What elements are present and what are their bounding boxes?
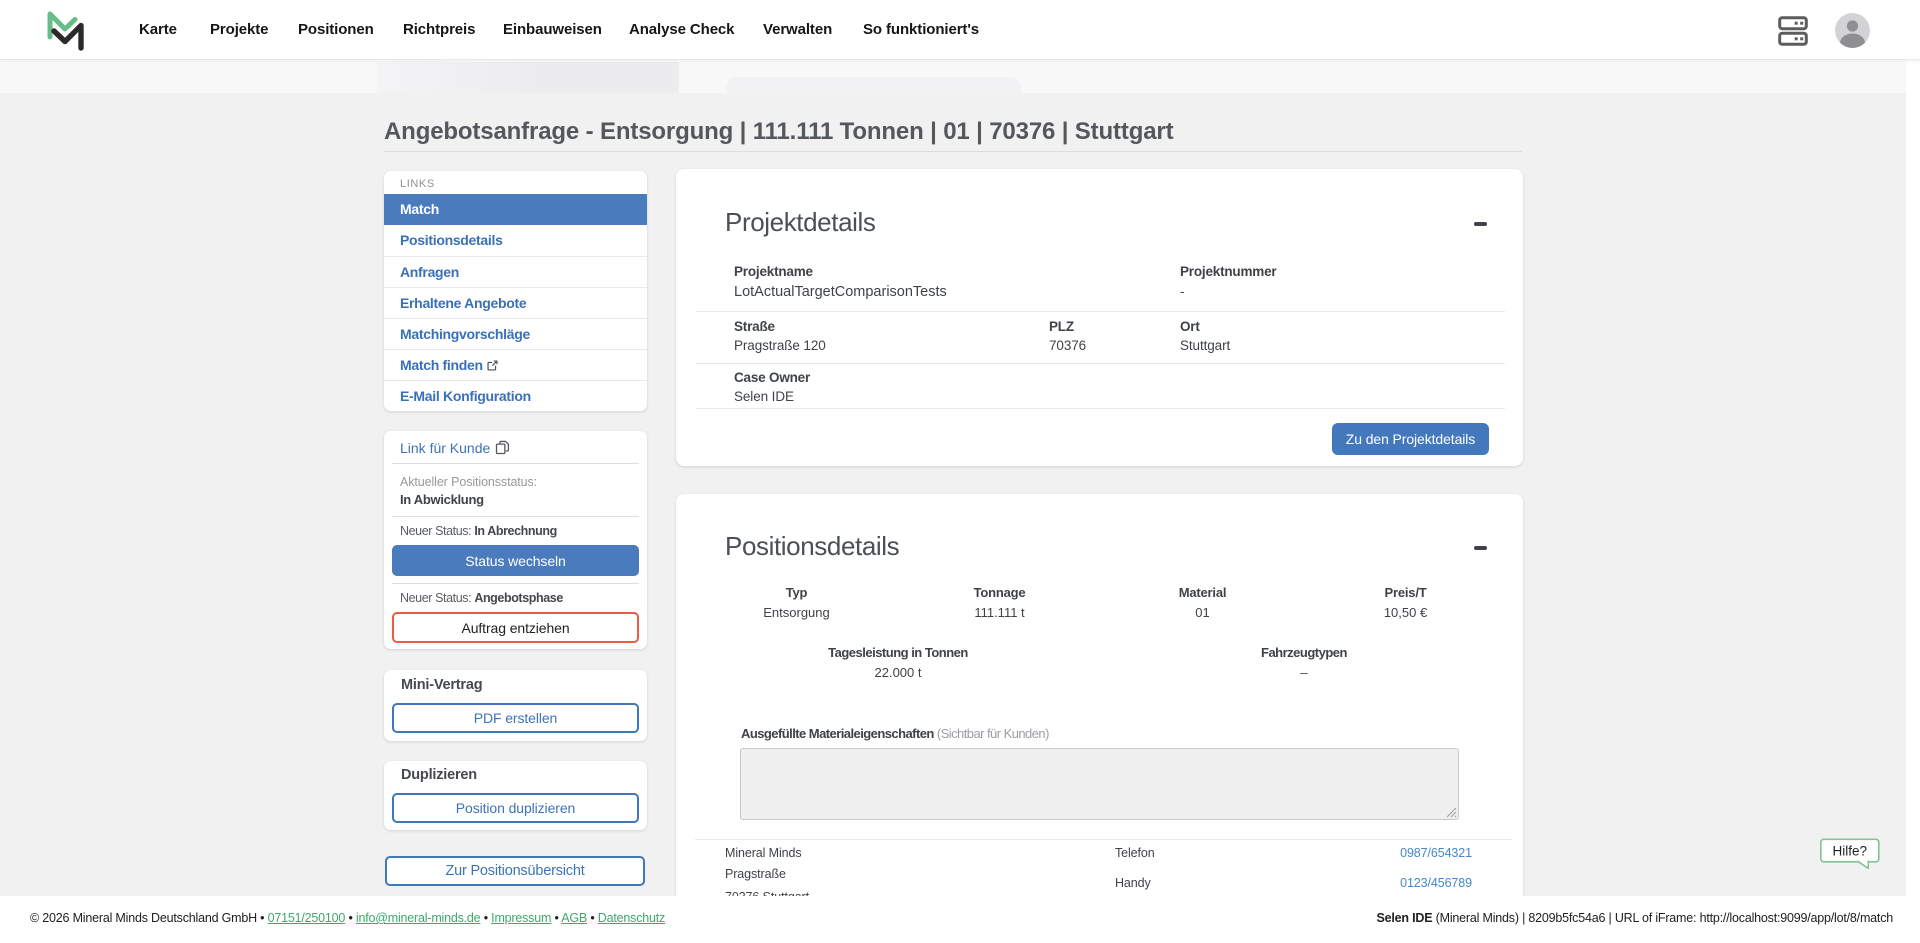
svg-text:Hilfe?: Hilfe?: [1833, 843, 1868, 858]
